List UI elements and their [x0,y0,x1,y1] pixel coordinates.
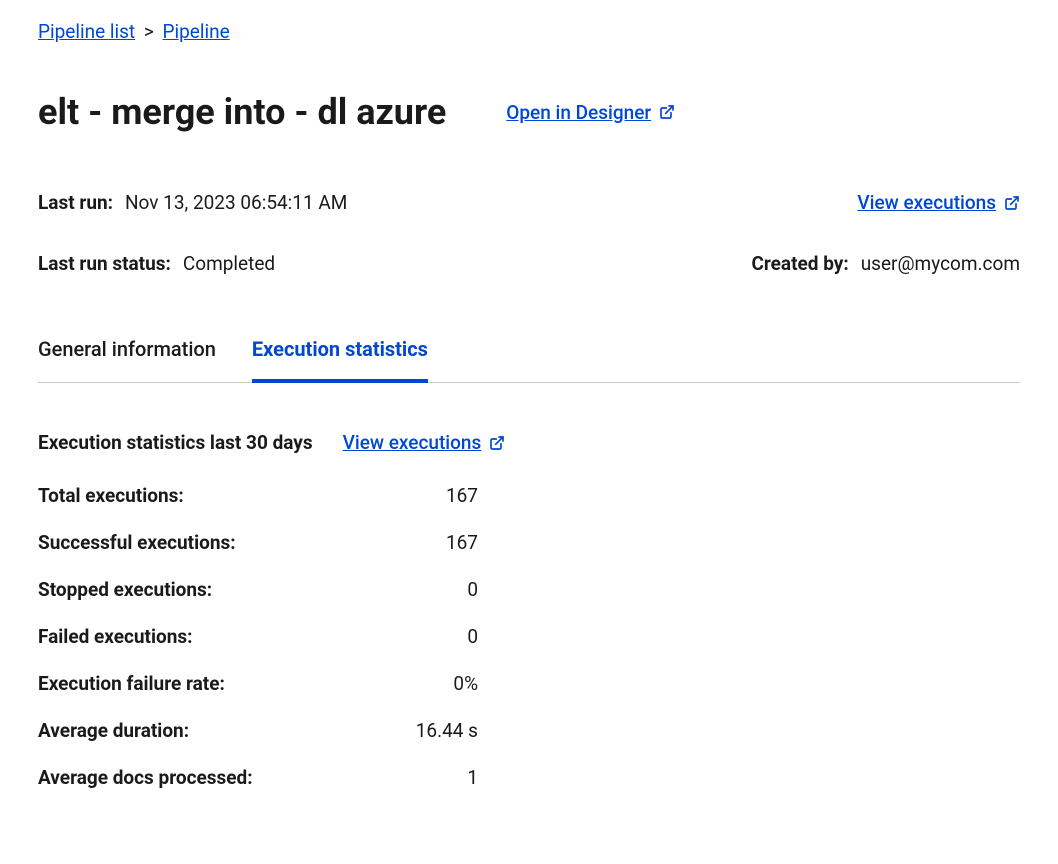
open-designer-link[interactable]: Open in Designer [506,101,675,124]
stat-row: Average duration: 16.44 s [38,719,478,742]
stat-label: Failed executions: [38,625,193,648]
stat-label: Average docs processed: [38,766,253,789]
stats-header: Execution statistics last 30 days View e… [38,431,1020,454]
stats-list: Total executions: 167 Successful executi… [38,484,478,789]
stat-row: Average docs processed: 1 [38,766,478,789]
stat-row: Failed executions: 0 [38,625,478,648]
stat-label: Successful executions: [38,531,236,554]
created-by-label: Created by: [751,252,848,275]
stat-label: Total executions: [38,484,184,507]
stat-label: Execution failure rate: [38,672,225,695]
stat-row: Total executions: 167 [38,484,478,507]
stats-title: Execution statistics last 30 days [38,431,313,454]
last-run-label: Last run: [38,191,113,214]
breadcrumb-current-link[interactable]: Pipeline [163,20,230,43]
last-run-status-label: Last run status: [38,252,171,275]
last-run-value: Nov 13, 2023 06:54:11 AM [125,191,347,214]
tab-general-information[interactable]: General information [38,337,216,383]
breadcrumb-parent-link[interactable]: Pipeline list [38,20,135,43]
created-by-value: user@mycom.com [861,252,1020,275]
tabs: General information Execution statistics [38,337,1020,383]
stat-value: 0 [467,625,478,648]
stat-value: 0% [453,672,478,695]
stat-value: 1 [467,766,478,789]
breadcrumb: Pipeline list > Pipeline [38,20,1020,43]
view-executions-link-stats[interactable]: View executions [343,431,506,454]
stat-row: Execution failure rate: 0% [38,672,478,695]
title-row: elt - merge into - dl azure Open in Desi… [38,91,1020,133]
stat-value: 167 [446,531,478,554]
breadcrumb-separator: > [144,20,154,43]
stat-label: Stopped executions: [38,578,212,601]
meta-section: Last run: Nov 13, 2023 06:54:11 AM View … [38,191,1020,275]
page-title: elt - merge into - dl azure [38,91,446,133]
open-designer-label: Open in Designer [506,101,651,124]
tab-execution-statistics[interactable]: Execution statistics [252,337,428,383]
stat-row: Successful executions: 167 [38,531,478,554]
external-link-icon [1004,195,1020,211]
stat-value: 16.44 s [416,719,478,742]
external-link-icon [659,104,675,120]
stat-row: Stopped executions: 0 [38,578,478,601]
meta-row-last-run: Last run: Nov 13, 2023 06:54:11 AM View … [38,191,1020,214]
view-executions-label: View executions [857,191,996,214]
stat-label: Average duration: [38,719,189,742]
meta-row-status-created: Last run status: Completed Created by: u… [38,252,1020,275]
view-executions-link-top[interactable]: View executions [857,191,1020,214]
stat-value: 0 [467,578,478,601]
stat-value: 167 [446,484,478,507]
external-link-icon [489,435,505,451]
view-executions-stats-label: View executions [343,431,482,454]
last-run-status-value: Completed [183,252,275,275]
